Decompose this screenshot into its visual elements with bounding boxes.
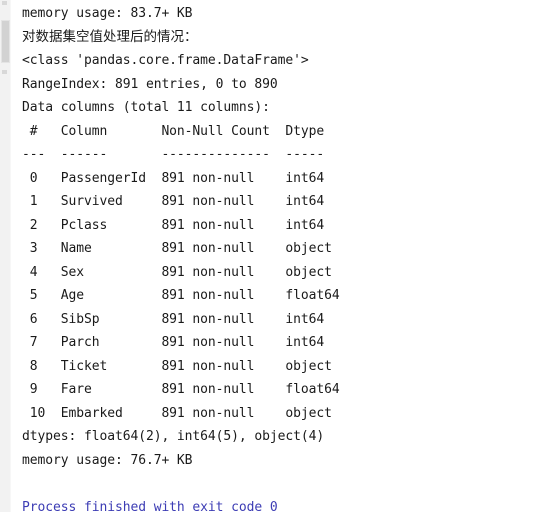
- line-col-2: 2 Pclass 891 non-null int64: [22, 217, 325, 233]
- vertical-scrollbar-thumb[interactable]: [1, 20, 10, 63]
- console-gutter-scrollbar[interactable]: [0, 0, 11, 512]
- line-chinese-heading: 对数据集空值处理后的情况：: [22, 28, 198, 45]
- line-class-repr: <class 'pandas.core.frame.DataFrame'>: [22, 53, 309, 68]
- line-col-1: 1 Survived 891 non-null int64: [22, 194, 325, 209]
- line-table-rule: --- ------ -------------- -----: [22, 147, 325, 162]
- line-dtypes: dtypes: float64(2), int64(5), object(4): [22, 429, 325, 444]
- line-exit-code: Process finished with exit code 0: [22, 499, 278, 512]
- line-col-3: 3 Name 891 non-null object: [22, 241, 332, 256]
- line-col-5: 5 Age 891 non-null float64: [22, 288, 340, 303]
- line-col-9: 9 Fare 891 non-null float64: [22, 382, 340, 397]
- line-col-4: 4 Sex 891 non-null object: [22, 264, 332, 280]
- error-stripe-mark-second[interactable]: [2, 70, 7, 74]
- line-col-0: 0 PassengerId 891 non-null int64: [22, 170, 325, 186]
- line-col-7: 7 Parch 891 non-null int64: [22, 335, 325, 350]
- line-memory-usage-after: memory usage: 76.7+ KB: [22, 452, 193, 468]
- console-output-text[interactable]: memory usage: 83.7+ KB 对数据集空值处理后的情况： <clas…: [11, 0, 554, 512]
- line-blank-1: [22, 472, 554, 496]
- line-col-10: 10 Embarked 891 non-null object: [22, 405, 332, 421]
- line-col-6: 6 SibSp 891 non-null int64: [22, 311, 325, 327]
- run-console-panel: memory usage: 83.7+ KB 对数据集空值处理后的情况： <clas…: [0, 0, 554, 512]
- line-memory-usage-before: memory usage: 83.7+ KB: [22, 6, 193, 21]
- line-data-columns: Data columns (total 11 columns):: [22, 100, 270, 115]
- line-col-8: 8 Ticket 891 non-null object: [22, 358, 332, 374]
- line-range-index: RangeIndex: 891 entries, 0 to 890: [22, 76, 278, 92]
- line-table-header: # Column Non-Null Count Dtype: [22, 123, 325, 139]
- error-stripe-mark-top[interactable]: [2, 1, 7, 5]
